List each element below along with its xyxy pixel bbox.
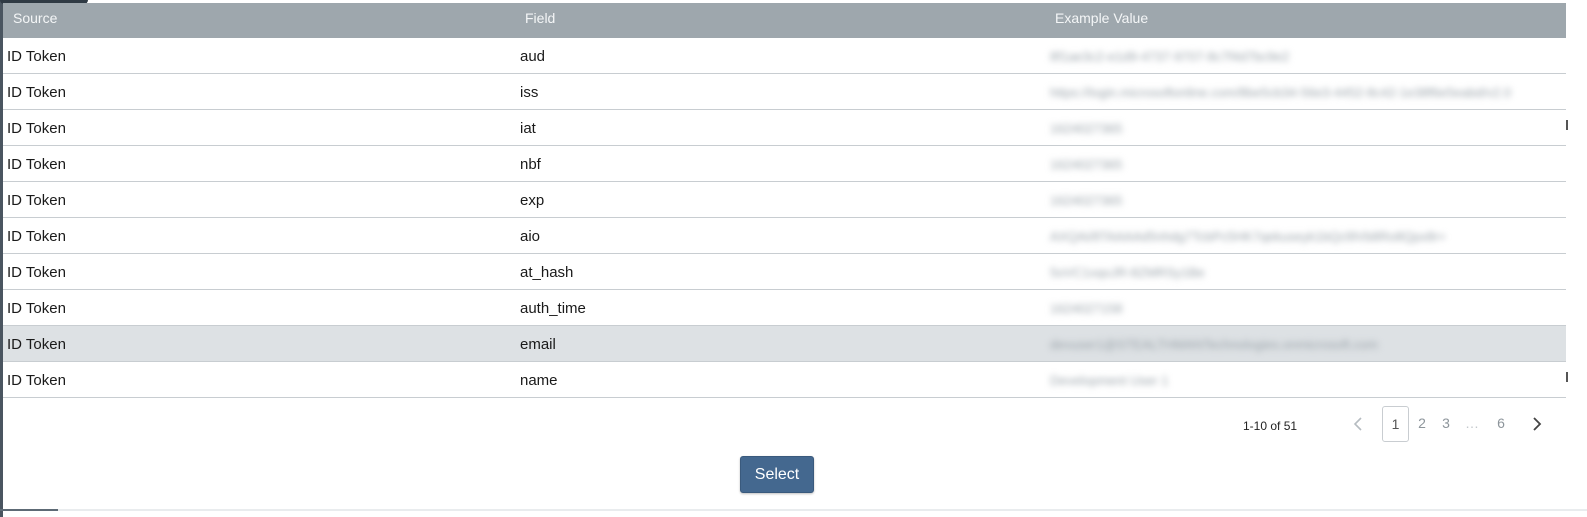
page-ellipsis: … [1465, 415, 1479, 431]
column-header-example-value[interactable]: Example Value [1055, 10, 1148, 26]
cell-example-value: 1624027365 [1050, 157, 1123, 172]
token-claims-panel: Source Field Example Value ID Token aud 8f… [0, 0, 1587, 517]
scroll-marker [1566, 372, 1568, 382]
table-row[interactable]: ID Token aud 8f1ae3c2-e1d9-4737-9707-8c7f4… [3, 38, 1566, 74]
cell-example-value: devuser1@STEALTHMANTechnologies.onmicros… [1050, 337, 1378, 352]
page-2-button[interactable]: 2 [1410, 406, 1434, 440]
table-header: Source Field Example Value [3, 3, 1566, 38]
table-row[interactable]: ID Token at_hash 5oVC1xqoJR-8ZMRSy1Be [3, 254, 1566, 290]
cell-field: name [520, 372, 558, 389]
table-row[interactable]: ID Token auth_time 1624027158 [3, 290, 1566, 326]
cell-source: ID Token [7, 264, 66, 281]
bottom-divider [0, 509, 1587, 511]
bottom-divider-accent [0, 509, 58, 511]
cell-example-value: AXQAi/8TAAAAd5nhdg7TcbPc5HK7qekuseyk1bQc… [1050, 229, 1447, 244]
cell-field: email [520, 336, 556, 353]
cell-source: ID Token [7, 228, 66, 245]
table-row[interactable]: ID Token nbf 1624027365 [3, 146, 1566, 182]
chevron-left-icon[interactable] [1347, 412, 1371, 436]
cell-field: aud [520, 48, 546, 65]
cell-example-value: 1624027365 [1050, 121, 1123, 136]
cell-example-value: 8f1ae3c2-e1d9-4737-9707-8c7f4d7bc9e2 [1050, 49, 1290, 64]
cell-example-value: https://login.microsoftonline.com/8be5cb… [1050, 85, 1512, 100]
cell-source: ID Token [7, 84, 66, 101]
table-row[interactable]: ID Token aio AXQAi/8TAAAAd5nhdg7TcbPc5HK7q… [3, 218, 1566, 254]
cell-field: iat [520, 120, 536, 137]
scroll-marker [1566, 120, 1568, 130]
cell-field: iss [520, 84, 539, 101]
column-header-source[interactable]: Source [13, 10, 57, 26]
cell-source: ID Token [7, 300, 66, 317]
page-1-button[interactable]: 1 [1382, 406, 1409, 442]
page-3-button[interactable]: 3 [1434, 406, 1458, 440]
column-header-field[interactable]: Field [525, 10, 555, 26]
table-row[interactable]: ID Token exp 1624027365 [3, 182, 1566, 218]
select-button[interactable]: Select [740, 456, 814, 493]
cell-source: ID Token [7, 120, 66, 137]
pagination: 1-10 of 51 1 2 3 … 6 [0, 404, 1587, 444]
cell-source: ID Token [7, 372, 66, 389]
pagination-count: 1-10 of 51 [1243, 419, 1298, 433]
page-6-button[interactable]: 6 [1489, 406, 1513, 440]
cell-example-value: 5oVC1xqoJR-8ZMRSy1Be [1050, 265, 1205, 280]
chevron-right-icon[interactable] [1524, 412, 1548, 436]
table-body: ID Token aud 8f1ae3c2-e1d9-4737-9707-8c7f4… [3, 38, 1568, 398]
cell-example-value: Development User 1 [1050, 373, 1169, 388]
claims-table: Source Field Example Value ID Token aud 8f… [3, 3, 1568, 398]
table-row[interactable]: ID Token iat 1624027365 [3, 110, 1568, 146]
cell-field: aio [520, 228, 541, 245]
cell-source: ID Token [7, 48, 66, 65]
cell-field: auth_time [520, 300, 586, 317]
cell-field: at_hash [520, 264, 574, 281]
cell-field: exp [520, 192, 545, 209]
table-row[interactable]: ID Token name Development User 1 [3, 362, 1568, 398]
cell-example-value: 1624027158 [1050, 301, 1123, 316]
cell-field: nbf [520, 156, 541, 173]
cell-source: ID Token [7, 192, 66, 209]
cell-example-value: 1624027365 [1050, 193, 1123, 208]
cell-source: ID Token [7, 156, 66, 173]
table-row[interactable]: ID Token iss https://login.microsoftonline… [3, 74, 1566, 110]
cell-source: ID Token [7, 336, 66, 353]
table-row[interactable]: ID Token email devuser1@STEALTHMANTechnolo… [3, 326, 1566, 362]
